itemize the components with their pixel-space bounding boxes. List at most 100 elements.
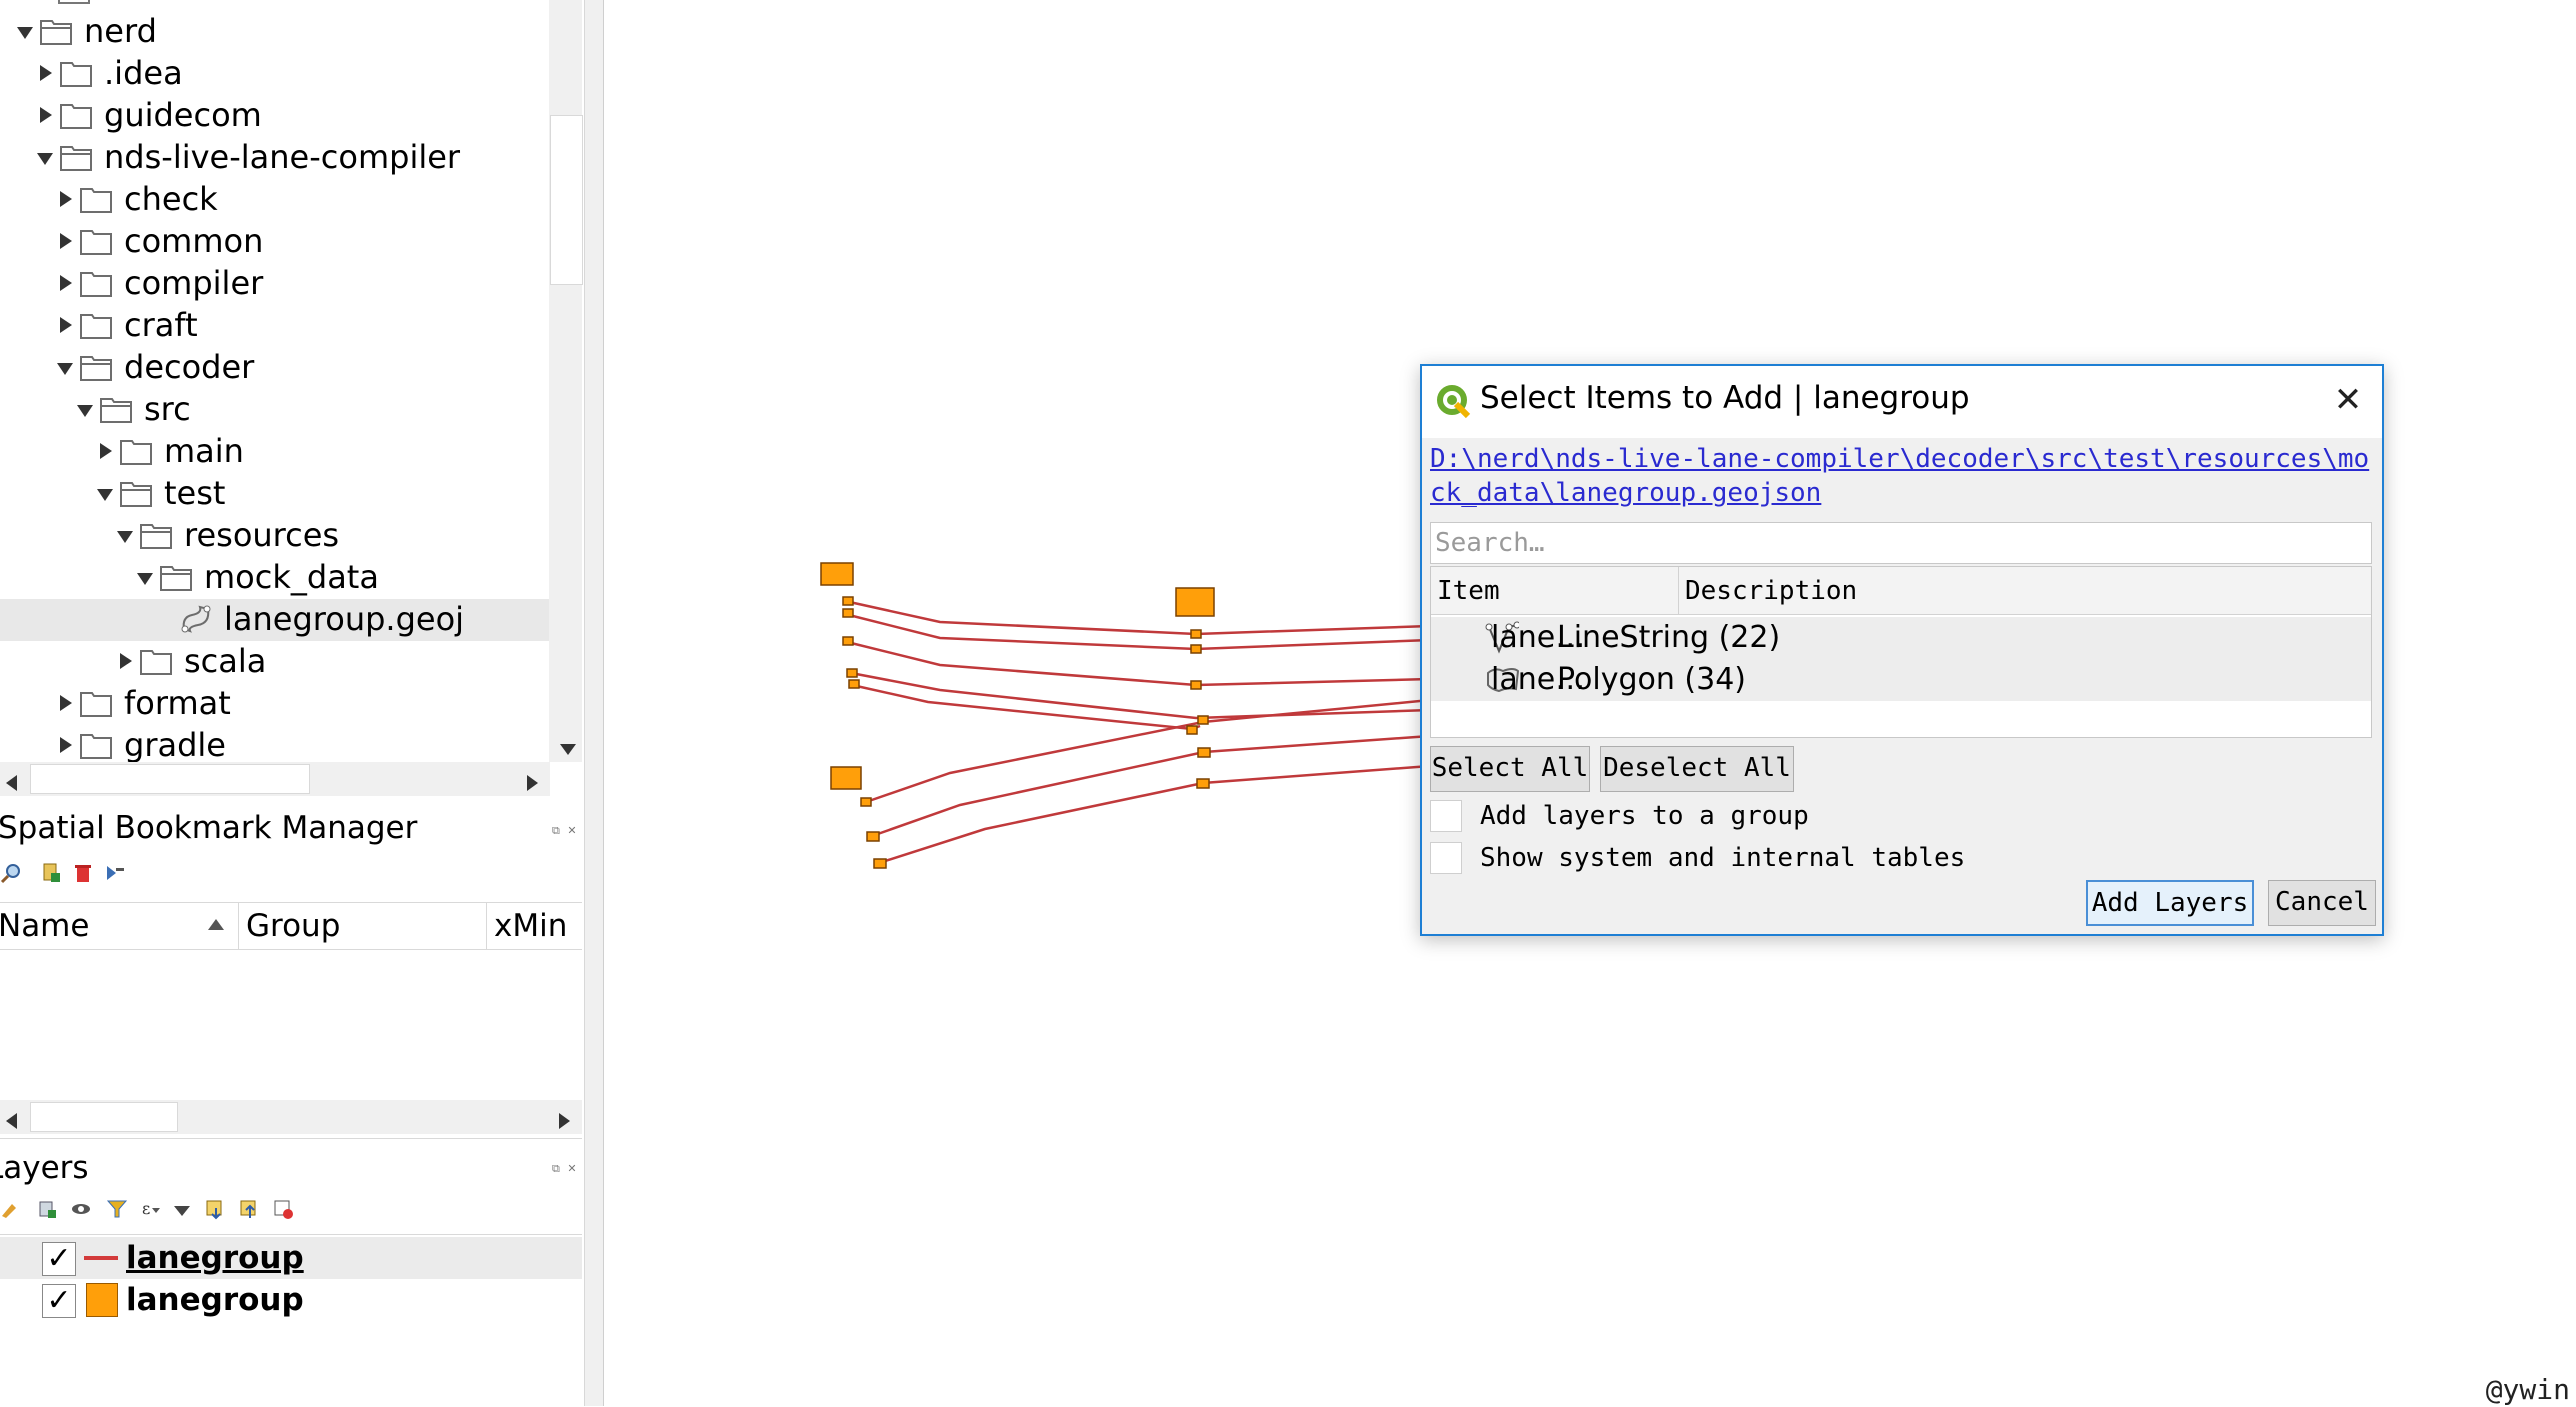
tree-item[interactable]: nerd [0, 10, 550, 52]
layer-visibility-checkbox[interactable]: ✓ [42, 1242, 76, 1276]
tree-item[interactable]: nds-live-lane-compiler [0, 136, 550, 178]
tree-item[interactable]: main [0, 430, 550, 472]
layers-panel-dock-buttons[interactable]: ⧉ ✕ [552, 1162, 582, 1176]
collapsed-arrow-icon[interactable] [54, 682, 78, 724]
tree-vertical-scroll-thumb[interactable] [550, 115, 583, 285]
layer-visibility-checkbox[interactable]: ✓ [42, 1284, 76, 1318]
chevron-down-icon[interactable] [174, 1206, 190, 1216]
expanded-arrow-icon[interactable] [134, 556, 158, 598]
collapse-all-icon[interactable] [238, 1198, 260, 1220]
folder-icon [80, 734, 112, 759]
tree-item[interactable]: .idea [0, 52, 550, 94]
expanded-arrow-icon[interactable] [34, 136, 58, 178]
tree-scroll-right-arrow[interactable] [516, 766, 546, 794]
tree-item[interactable]: lanegroup.geoj [0, 598, 550, 640]
delete-bookmark-icon[interactable] [72, 862, 94, 884]
collapsed-arrow-icon[interactable] [54, 220, 78, 262]
bookmark-scroll-right-arrow[interactable] [548, 1104, 578, 1132]
zoom-to-bookmark-icon[interactable] [0, 862, 22, 884]
add-to-group-label: Add layers to a group [1480, 801, 1809, 831]
collapsed-arrow-icon[interactable] [54, 262, 78, 304]
collapsed-arrow-icon[interactable] [54, 178, 78, 220]
collapsed-arrow-icon[interactable] [54, 724, 78, 762]
tree-item-label: decoder [124, 348, 255, 386]
search-input[interactable] [1431, 523, 2371, 563]
style-panel-icon[interactable] [0, 1198, 22, 1220]
bookmark-table-header: Name Group xMin [0, 902, 582, 950]
tree-scroll-left-arrow[interactable] [0, 766, 24, 794]
line-symbol-icon [84, 1256, 118, 1260]
expanded-arrow-icon[interactable] [54, 346, 78, 388]
tree-item[interactable]: src [0, 388, 550, 430]
column-header-item[interactable]: Item [1431, 567, 1679, 615]
expanded-arrow-icon[interactable] [94, 472, 118, 514]
geojson-file-icon [181, 605, 211, 633]
tree-item[interactable]: test [0, 472, 550, 514]
folder-icon [140, 650, 172, 675]
source-path-link[interactable]: D:\nerd\nds-live-lane-compiler\decoder\s… [1430, 442, 2376, 510]
collapsed-arrow-icon[interactable] [34, 52, 58, 94]
expanded-arrow-icon[interactable] [74, 388, 98, 430]
folder-open-icon [140, 524, 172, 549]
bookmark-scroll-left-arrow[interactable] [0, 1104, 24, 1132]
collapsed-arrow-icon[interactable] [54, 304, 78, 346]
layer-row-lanegroup-line[interactable]: ✓ lanegroup [0, 1237, 582, 1279]
folder-icon [80, 272, 112, 297]
tree-item[interactable]: scala [0, 640, 550, 682]
tree-item[interactable]: format [0, 682, 550, 724]
tree-horizontal-scroll-thumb[interactable] [30, 764, 310, 794]
folder-icon [80, 314, 112, 339]
tree-item[interactable]: resources [0, 514, 550, 556]
remove-layer-icon[interactable] [272, 1198, 294, 1220]
select-all-button[interactable]: Select All [1430, 746, 1590, 792]
tree-item-label: lanegroup.geoj [224, 600, 465, 638]
items-table: Item Description lane… LineString (22) l… [1430, 566, 2372, 738]
tree-item[interactable]: decoder [0, 346, 550, 388]
folder-open-icon [40, 20, 72, 45]
column-divider [238, 903, 239, 949]
add-bookmark-icon[interactable] [40, 862, 62, 884]
dock-splitter[interactable] [584, 0, 604, 1406]
close-icon[interactable]: ✕ [2328, 380, 2368, 420]
add-layers-button[interactable]: Add Layers [2086, 880, 2254, 926]
tree-scroll-down-arrow[interactable] [553, 732, 581, 760]
collapsed-arrow-icon[interactable] [34, 94, 58, 136]
bookmark-horizontal-scroll-thumb[interactable] [30, 1102, 178, 1132]
tree-item-label: gradle [124, 726, 226, 762]
tree-item[interactable]: gradle [0, 724, 550, 762]
dialog-titlebar[interactable]: Select Items to Add | lanegroup ✕ [1422, 366, 2382, 438]
tree-item[interactable]: check [0, 178, 550, 220]
add-layers-to-group-option[interactable]: Add layers to a group [1430, 796, 2030, 836]
filter-legend-icon[interactable] [106, 1198, 128, 1220]
expand-all-icon[interactable] [204, 1198, 226, 1220]
add-group-icon[interactable] [36, 1198, 58, 1220]
column-header-xmin[interactable]: xMin [494, 903, 567, 949]
table-row[interactable]: lane… LineString (22) [1431, 617, 2371, 659]
expanded-arrow-icon[interactable] [114, 514, 138, 556]
tree-item-label: compiler [124, 264, 264, 302]
column-header-group[interactable]: Group [246, 903, 340, 949]
bookmark-settings-icon[interactable] [104, 862, 126, 884]
manage-map-themes-icon[interactable] [70, 1198, 92, 1220]
tree-item[interactable]: craft [0, 304, 550, 346]
cancel-button[interactable]: Cancel [2268, 880, 2376, 926]
bookmark-toolbar [0, 860, 582, 890]
column-header-name[interactable]: Name [0, 903, 89, 949]
table-row[interactable]: lane… Polygon (34) [1431, 659, 2371, 701]
show-system-tables-checkbox[interactable] [1430, 842, 1462, 874]
show-system-tables-option[interactable]: Show system and internal tables [1430, 838, 2030, 878]
tree-item[interactable]: common [0, 220, 550, 262]
bookmark-panel-dock-buttons[interactable]: ⧉ ✕ [552, 824, 582, 838]
tree-item[interactable]: compiler [0, 262, 550, 304]
collapsed-arrow-icon[interactable] [114, 640, 138, 682]
add-to-group-checkbox[interactable] [1430, 800, 1462, 832]
layer-row-lanegroup-polygon[interactable]: ✓ lanegroup [0, 1279, 582, 1321]
collapsed-arrow-icon[interactable] [94, 430, 118, 472]
column-header-description[interactable]: Description [1679, 567, 2371, 615]
expanded-arrow-icon[interactable] [14, 10, 38, 52]
deselect-all-button[interactable]: Deselect All [1600, 746, 1794, 792]
filter-by-expression-icon[interactable]: ε [140, 1198, 162, 1220]
tree-item[interactable]: guidecom [0, 94, 550, 136]
show-system-tables-label: Show system and internal tables [1480, 843, 1966, 873]
tree-item[interactable]: mock_data [0, 556, 550, 598]
